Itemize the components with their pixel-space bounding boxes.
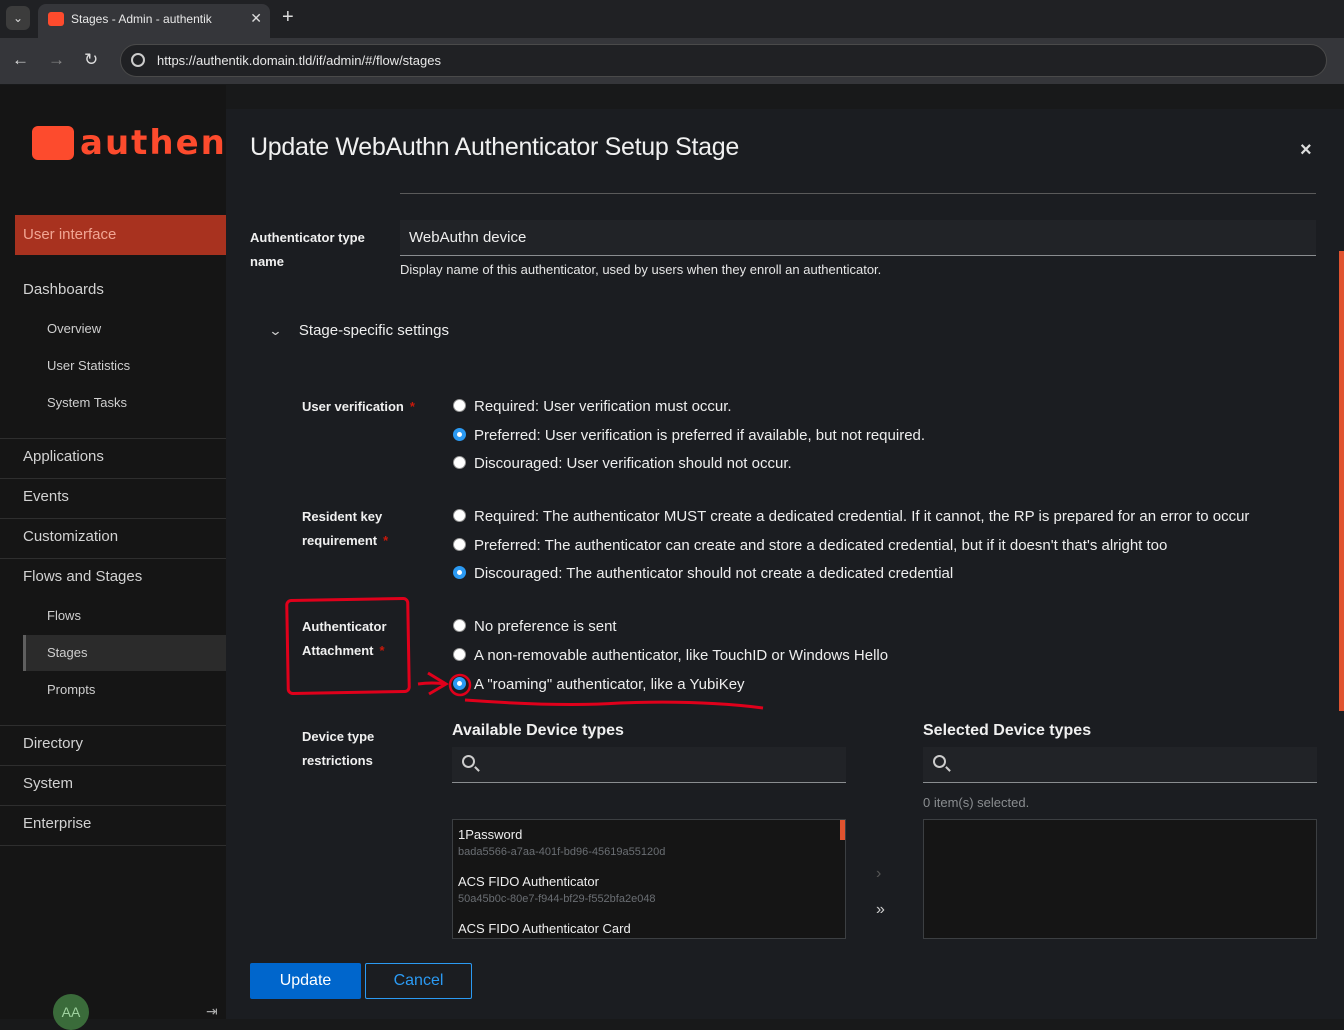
annotation-arrow-underline [417,671,764,710]
